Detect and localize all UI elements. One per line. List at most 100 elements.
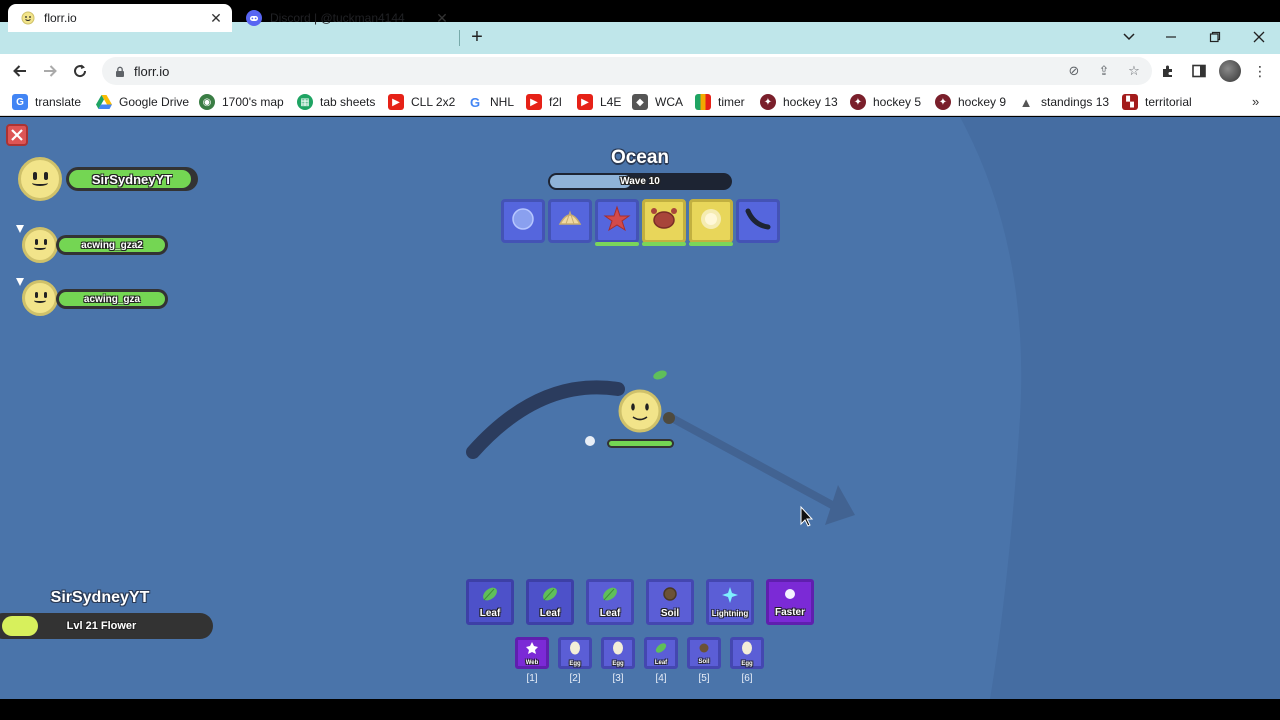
bookmark-tab-sheets[interactable]: ▦ tab sheets [297, 93, 375, 111]
reload-icon[interactable] [68, 59, 92, 83]
orbiting-soil-petal [663, 412, 675, 424]
sheets-icon: ▦ [297, 94, 313, 110]
tab-florr[interactable]: florr.io ✕ [8, 4, 232, 32]
leave-squad-button[interactable] [6, 124, 28, 146]
restore-icon[interactable] [1204, 26, 1226, 48]
shell-icon [556, 206, 584, 237]
wca-icon: ◆ [632, 94, 648, 110]
bookmark-wca[interactable]: ◆ WCA [632, 93, 683, 111]
tab-search-icon[interactable] [1118, 26, 1140, 48]
petal-slot-1[interactable]: Leaf [466, 579, 514, 625]
bookmark-cll-2x2[interactable]: ▶ CLL 2x2 [388, 93, 455, 111]
petal-label: Leaf [654, 659, 668, 666]
bookmark-star-icon[interactable]: ☆ [1126, 63, 1142, 79]
bookmark-hockey-9[interactable]: ✦ hockey 9 [935, 93, 1006, 111]
side-panel-icon[interactable] [1189, 61, 1209, 81]
bookmark-google-drive[interactable]: Google Drive [96, 93, 189, 111]
bookmark-label: standings 13 [1041, 95, 1110, 109]
profile-avatar[interactable] [1219, 60, 1241, 82]
level-progress-bar: Lvl 21 Flower [0, 613, 213, 639]
bookmark-translate[interactable]: G translate [12, 93, 81, 111]
petal-label: Web [525, 659, 539, 666]
petal-label: Faster [774, 607, 805, 618]
leaf-icon [600, 585, 620, 608]
menu-icon[interactable]: ⋮ [1250, 61, 1270, 81]
bookmark-territorial[interactable]: ▚ territorial [1122, 93, 1192, 111]
slot-key-label: [5] [698, 673, 710, 684]
blocked-popup-icon[interactable]: ⊘ [1066, 63, 1082, 79]
address-bar[interactable]: florr.io ⊘ ⇪ ☆ [102, 57, 1152, 85]
minimize-icon[interactable] [1160, 26, 1182, 48]
petal-label: Leaf [539, 608, 561, 619]
egg-icon [611, 640, 625, 661]
tab-separator [459, 30, 460, 46]
direction-arrow [666, 413, 855, 525]
leech-icon [744, 205, 772, 238]
petal-label: Soil [698, 659, 710, 665]
bookmark-l4e[interactable]: ▶ L4E [577, 93, 621, 111]
leaf-icon [480, 585, 500, 608]
bookmarks-bar: G translate Google Drive ◉ 1700's map ▦ … [0, 88, 1280, 116]
secondary-slot-2[interactable]: Egg [558, 637, 592, 669]
orbiting-leaf-petal [653, 370, 667, 380]
movement-trail [466, 380, 625, 459]
tab-title: florr.io [44, 11, 77, 25]
mob-slot-shell [548, 199, 592, 243]
bookmark-label: L4E [600, 95, 622, 109]
extensions-icon[interactable] [1158, 61, 1178, 81]
secondary-slot-1[interactable]: Web [515, 637, 549, 669]
hockey-icon: ✦ [850, 94, 866, 110]
back-icon[interactable] [8, 59, 32, 83]
slot-key-label: [1] [526, 673, 538, 684]
secondary-slot-4[interactable]: Leaf [644, 637, 678, 669]
hockey-icon: ✦ [935, 94, 951, 110]
bookmark-nhl[interactable]: G NHL [467, 93, 514, 111]
petal-label: Egg [612, 660, 624, 667]
new-tab-button[interactable]: + [466, 26, 488, 48]
bookmark-hockey-13[interactable]: ✦ hockey 13 [760, 93, 838, 111]
share-icon[interactable]: ⇪ [1096, 63, 1112, 79]
squad-member-name: acwing_gza [83, 293, 141, 305]
bookmark-timer[interactable]: timer [695, 93, 745, 111]
mob-health-line [689, 242, 733, 246]
close-tab-icon[interactable]: ✕ [206, 8, 226, 28]
url-text: florr.io [134, 63, 170, 79]
close-tab-icon[interactable]: ✕ [432, 8, 452, 28]
egg-icon [740, 640, 754, 661]
close-window-icon[interactable] [1248, 26, 1270, 48]
bookmark-label: NHL [490, 95, 515, 109]
secondary-slot-3[interactable]: Egg [601, 637, 635, 669]
bookmark-standings-13[interactable]: ▲ standings 13 [1018, 93, 1110, 111]
timer-icon [695, 94, 711, 110]
tab-title: Discord | @tuckman4144 [270, 11, 405, 25]
player-health-bar [607, 439, 674, 448]
soil-icon [698, 641, 710, 659]
crab-icon [649, 205, 679, 238]
bookmark-f2l[interactable]: ▶ f2l [526, 93, 562, 111]
mob-health-line [595, 242, 639, 246]
wave-progress-bar: Wave 10 [548, 173, 732, 190]
secondary-slot-6[interactable]: Egg [730, 637, 764, 669]
tab-discord[interactable]: Discord | @tuckman4144 ✕ [234, 4, 458, 32]
petal-slot-3[interactable]: Leaf [586, 579, 634, 625]
bookmark-label: f2l [549, 95, 562, 109]
bookmark-1700s-map[interactable]: ◉ 1700's map [199, 93, 284, 111]
petal-slot-2[interactable]: Leaf [526, 579, 574, 625]
self-player-name: SirSydneyYT [50, 589, 150, 606]
forward-icon[interactable] [38, 59, 62, 83]
level-label: Lvl 21 Flower [66, 620, 137, 632]
petal-slot-4[interactable]: Soil [646, 579, 694, 625]
lock-icon[interactable] [114, 65, 126, 77]
google-icon: G [469, 94, 481, 110]
petal-slot-5[interactable]: Lightning [706, 579, 754, 625]
squad-health-bar: SirSydneyYT [66, 167, 198, 191]
youtube-icon: ▶ [526, 94, 542, 110]
petal-slot-6[interactable]: Faster [766, 579, 814, 625]
secondary-slot-5[interactable]: Soil [687, 637, 721, 669]
youtube-icon: ▶ [577, 94, 593, 110]
more-bookmarks-icon[interactable]: » [1252, 94, 1259, 109]
game-canvas[interactable]: SirSydneyYT acwing_gza2 acwing_gza Ocean… [0, 117, 1280, 699]
slot-key-label: [4] [655, 673, 667, 684]
bookmark-hockey-5[interactable]: ✦ hockey 5 [850, 93, 921, 111]
mob-slot-starfish [595, 199, 639, 246]
